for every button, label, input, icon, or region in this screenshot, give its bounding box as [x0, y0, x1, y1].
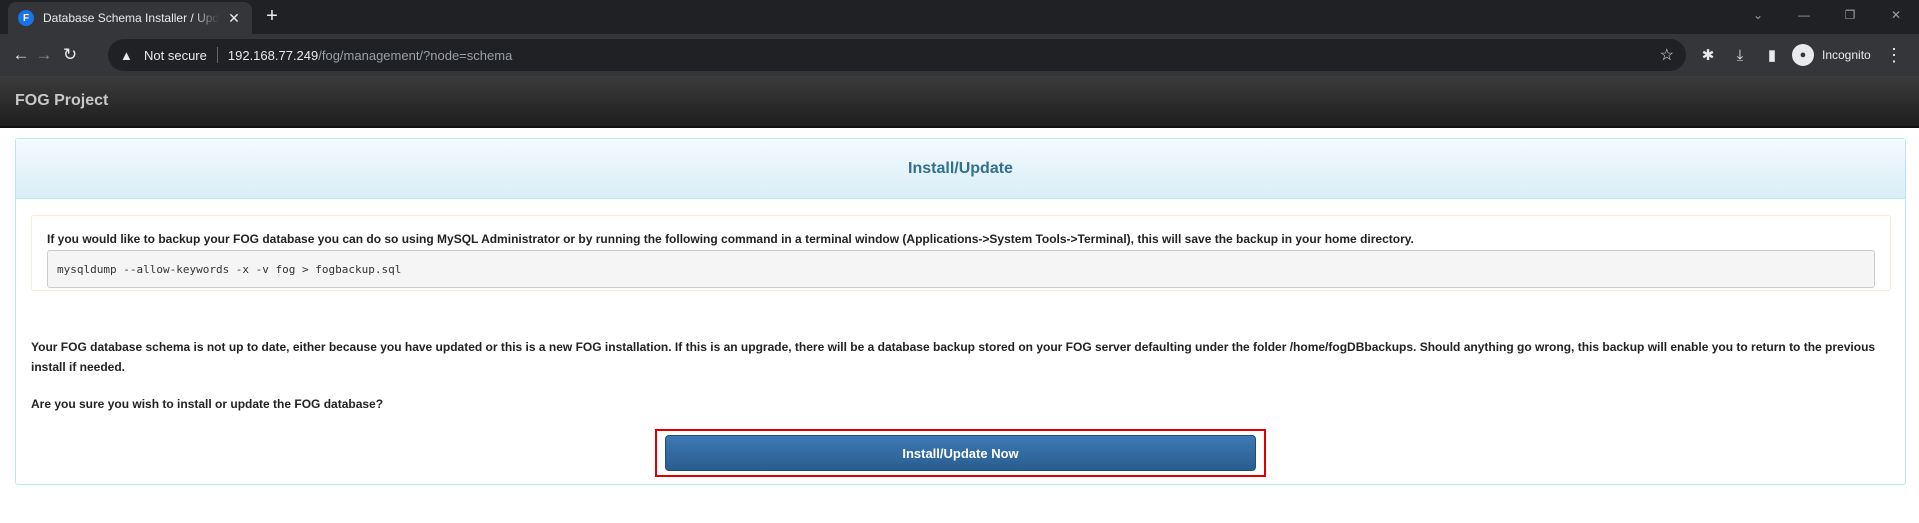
- security-label: Not secure: [144, 47, 207, 63]
- window-close-icon[interactable]: ✕: [1873, 0, 1919, 30]
- close-icon[interactable]: ✕: [226, 10, 242, 27]
- panel-title: Install/Update: [908, 159, 1013, 177]
- incognito-icon: ●: [1792, 44, 1814, 66]
- browser-tab[interactable]: F Database Schema Installer / Update ✕: [8, 2, 252, 34]
- install-update-button[interactable]: Install/Update Now: [665, 435, 1256, 471]
- panel-heading: Install/Update: [16, 139, 1905, 199]
- omnibox-divider: [216, 47, 218, 63]
- window-controls: ⌄ — ❐ ✕: [1735, 0, 1919, 30]
- schema-info: Your FOG database schema is not up to da…: [31, 340, 1876, 374]
- forward-icon[interactable]: →: [32, 43, 56, 67]
- menu-icon[interactable]: ⋮: [1885, 34, 1903, 76]
- star-icon[interactable]: ☆: [1660, 45, 1674, 65]
- back-icon[interactable]: ←: [9, 43, 33, 67]
- confirm-question: Are you sure you wish to install or upda…: [31, 397, 384, 411]
- backup-command: mysqldump --allow-keywords -x -v fog > f…: [57, 262, 402, 276]
- restore-icon[interactable]: ❐: [1827, 0, 1873, 30]
- backup-command-box: mysqldump --allow-keywords -x -v fog > f…: [47, 250, 1875, 288]
- fog-favicon-icon: F: [18, 10, 34, 26]
- address-bar[interactable]: ▲ Not secure 192.168.77.249 /fog/managem…: [108, 39, 1686, 71]
- sidepanel-icon[interactable]: ▮: [1756, 39, 1788, 71]
- backup-instructions: If you would like to backup your FOG dat…: [47, 232, 1414, 246]
- plus-icon[interactable]: +: [261, 6, 283, 28]
- tab-title: Database Schema Installer / Update: [43, 11, 219, 25]
- app-brand[interactable]: FOG Project: [15, 92, 108, 110]
- toolbar-actions: ✱ ⤓ ▮ ● Incognito: [1692, 34, 1871, 76]
- browser-toolbar: ← → ↻ ▲ Not secure 192.168.77.249 /fog/m…: [0, 34, 1919, 76]
- incognito-profile[interactable]: ● Incognito: [1792, 44, 1871, 66]
- download-icon[interactable]: ⤓: [1724, 39, 1756, 71]
- minimize-icon[interactable]: —: [1781, 0, 1827, 30]
- app-header: FOG Project: [0, 76, 1919, 128]
- incognito-label: Incognito: [1822, 48, 1871, 62]
- url-path: /fog/management/?node=schema: [318, 47, 513, 63]
- chevron-down-icon[interactable]: ⌄: [1735, 0, 1781, 30]
- install-panel: Install/Update If you would like to back…: [15, 138, 1906, 485]
- warning-icon: ▲: [120, 47, 133, 63]
- reload-icon[interactable]: ↻: [58, 43, 82, 67]
- extensions-icon[interactable]: ✱: [1692, 39, 1724, 71]
- url-host: 192.168.77.249: [227, 47, 319, 63]
- tab-strip: F Database Schema Installer / Update ✕ +…: [0, 0, 1919, 34]
- backup-notice: If you would like to backup your FOG dat…: [31, 215, 1891, 291]
